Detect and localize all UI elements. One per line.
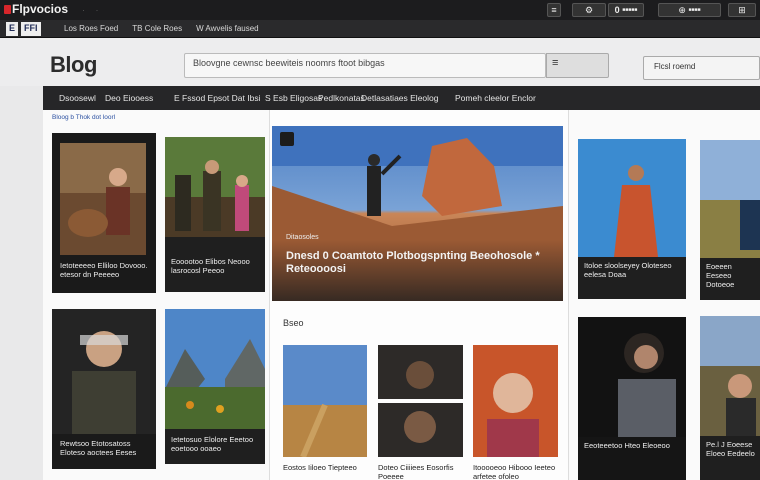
counter-value: 0 [614, 5, 620, 15]
nav-item[interactable]: E Fssod Epsot Dat Ibsi [174, 93, 260, 103]
search-button[interactable]: ≡ [546, 53, 609, 78]
badge-e[interactable]: E [6, 22, 19, 36]
breadcrumb[interactable]: Bloog b Thok dot loorl [52, 114, 115, 121]
settings-glyph: ⚙ [584, 4, 594, 15]
photo-card[interactable]: Itooooeoo Hibooo Ieeteo arfetee ofoleo [473, 345, 558, 480]
photo-image [52, 309, 156, 434]
status-indicator[interactable]: ⊕ ■■■■ [658, 3, 721, 17]
badge-ffi[interactable]: FFI [21, 22, 41, 36]
region-dropdown[interactable]: Flcsl roemd [643, 56, 760, 80]
pin-icon [4, 5, 11, 14]
featured-hero[interactable]: Ditaosoles Dnesd 0 Coamtoto Plotbogspnti… [272, 126, 563, 301]
toolbar-links: Los Roes Foed TB Cole Roes W Awvelis fau… [64, 24, 259, 33]
menu-icon[interactable]: ≡ [547, 3, 561, 17]
globe-icon: ⊕ [678, 4, 686, 15]
main-nav: Dsoosewl Deo Eiooess E Fssod Epsot Dat I… [43, 86, 760, 110]
card-caption: Eeoteeetoo Hteo Eleoeoo [584, 441, 670, 450]
top-bar: Flpvocios · · ≡ ⚙ 0 ■■■■■ ⊕ ■■■■ ⊞ [0, 0, 760, 20]
nav-item[interactable]: Pomeh cleelor Enclor [455, 93, 536, 103]
photo-card[interactable]: Doteo Ciiiiees Eosorfis Poeeee [378, 345, 463, 480]
card-caption: Itooooeoo Hibooo Ieeteo arfetee ofoleo [473, 463, 556, 480]
photo-card[interactable]: Ietetosuo Elolore Eeetoo eoetooo ooaeo [165, 309, 265, 464]
photo-image [165, 137, 265, 237]
photo-image [378, 345, 463, 457]
settings-icon[interactable]: ⚙ [572, 3, 606, 17]
photo-card[interactable]: Ietoteeeeo Elliloo Dovooo. etesor dn Pee… [52, 133, 156, 293]
toolbar-link[interactable]: TB Cole Roes [132, 24, 182, 33]
photo-card[interactable]: Eooootoo Elibos Neooo lasrocosl Peeoo [165, 137, 265, 292]
photo-card[interactable]: Pe.l J Eoeese Eloeo Eedeelo [700, 316, 760, 480]
menu-icon-glyph: ≡ [551, 5, 557, 15]
card-caption: Pe.l J Eoeese Eloeo Eedeelo [706, 440, 755, 458]
photo-card[interactable]: Eostos Iiloeo Tiepteeo [283, 345, 367, 480]
bookmark-icon[interactable] [280, 132, 294, 146]
card-caption: Ietoteeeeo Elliloo Dovooo. etesor dn Pee… [60, 261, 148, 279]
counter-indicator[interactable]: 0 ■■■■■ [608, 3, 644, 17]
toolbar-link[interactable]: Los Roes Foed [64, 24, 118, 33]
card-caption: Eoeeen Eeseeo Dotoeoe [706, 262, 735, 289]
photo-card[interactable]: Eeoteeetoo Hteo Eleoeoo [578, 317, 686, 480]
photo-image [578, 317, 686, 437]
photo-image [60, 143, 146, 255]
nav-item[interactable]: Pedlkonatas [318, 93, 365, 103]
card-caption: Rewtsoo Etotosatoss Eloteso aoctees Eese… [60, 439, 137, 457]
search-input[interactable]: Bloovgne cewnsc beewiteis noomrs ftoot b… [184, 53, 546, 78]
status-text: ■■■■ [688, 7, 701, 13]
nav-item[interactable]: Dsoosewl [59, 93, 96, 103]
section-heading: Bseo [283, 318, 304, 328]
hero-tag[interactable]: Ditaosoles [286, 234, 319, 241]
toolbar-badges: E FFI [6, 22, 41, 36]
nav-item[interactable]: Deo Eiooess [105, 93, 153, 103]
toolbar-link[interactable]: W Awvelis faused [196, 24, 259, 33]
nav-item[interactable]: S Esb Eligosas [265, 93, 322, 103]
card-caption: Ietetosuo Elolore Eeetoo eoetooo ooaeo [171, 435, 254, 453]
photo-image [578, 139, 686, 257]
photo-image [283, 345, 367, 457]
app-logo-text: Flpvocios [12, 2, 69, 16]
counter-text: ■■■■■ [622, 7, 638, 13]
app-logo[interactable]: Flpvocios [4, 2, 68, 16]
grid-glyph: ⊞ [738, 4, 746, 15]
photo-image [700, 316, 760, 436]
hero-title[interactable]: Dnesd 0 Coamtoto Plotbogspnting Beeohoso… [286, 250, 556, 276]
photo-card[interactable]: Rewtsoo Etotosatoss Eloteso aoctees Eese… [52, 309, 156, 469]
secondary-toolbar: E FFI Los Roes Foed TB Cole Roes W Awvel… [0, 20, 760, 38]
site-header: Blog Bloovgne cewnsc beewiteis noomrs ft… [0, 38, 760, 86]
card-caption: Eooootoo Elibos Neooo lasrocosl Peeoo [171, 257, 250, 275]
card-caption: Itoloe sloolseyey Oloteseo eelesa Doaa [584, 261, 672, 279]
site-title[interactable]: Blog [50, 52, 97, 78]
photo-image [700, 140, 760, 258]
window-dots: · · [82, 5, 103, 15]
card-caption: Doteo Ciiiiees Eosorfis Poeeee [378, 463, 454, 480]
photo-image [165, 309, 265, 429]
photo-image [473, 345, 558, 457]
grid-icon[interactable]: ⊞ [728, 3, 756, 17]
nav-item[interactable]: Detlasatiaes Eleolog [361, 93, 439, 103]
photo-card[interactable]: Itoloe sloolseyey Oloteseo eelesa Doaa [578, 139, 686, 299]
card-caption: Eostos Iiloeo Tiepteeo [283, 463, 357, 472]
photo-card[interactable]: Eoeeen Eeseeo Dotoeoe [700, 140, 760, 300]
